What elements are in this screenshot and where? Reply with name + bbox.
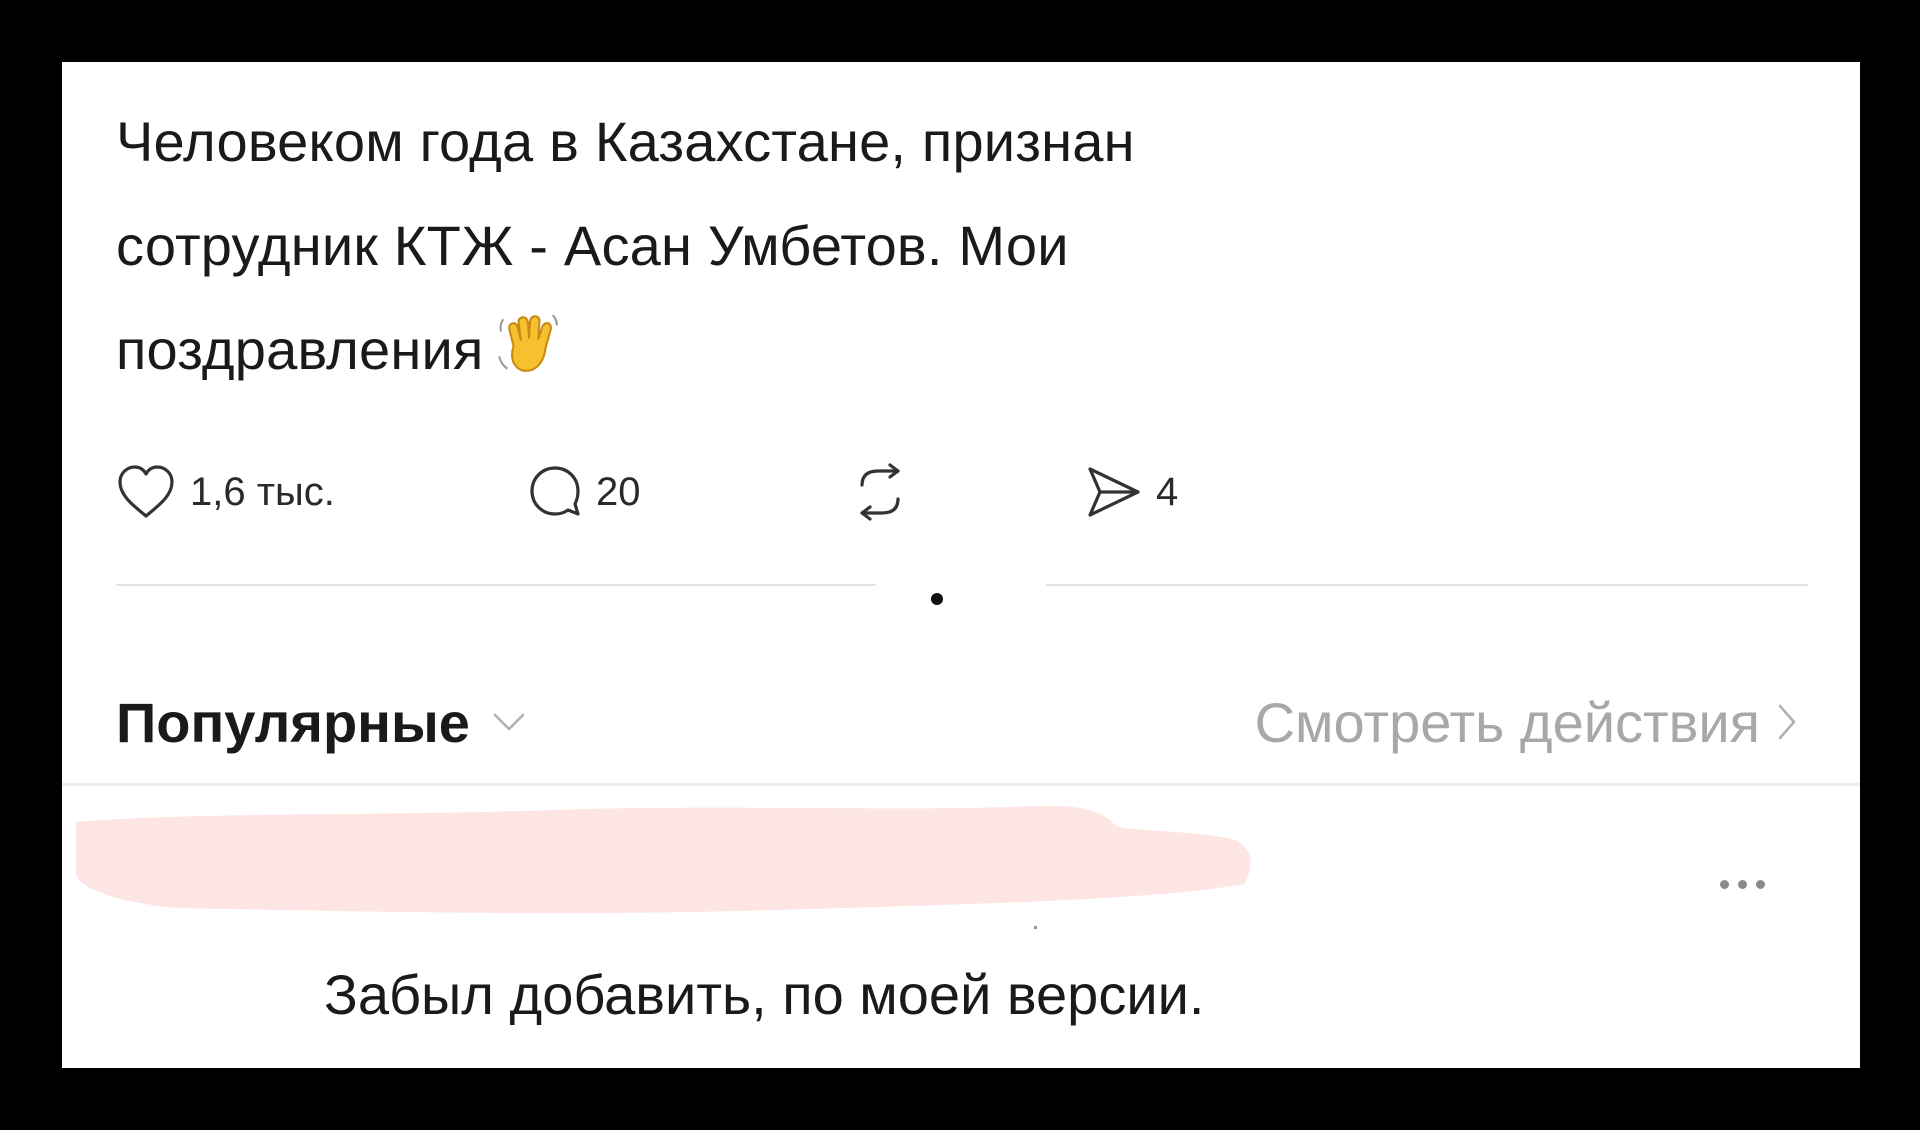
more-dot bbox=[1756, 880, 1765, 889]
post-body: Человеком года в Казахстане, признан сот… bbox=[116, 90, 1516, 410]
more-options-button[interactable] bbox=[1720, 880, 1765, 889]
redacted-reply-author bbox=[76, 792, 1516, 942]
post-text-line-3: поздравления bbox=[116, 298, 1516, 410]
heart-icon bbox=[118, 465, 174, 518]
post-text-line-1: Человеком года в Казахстане, признан bbox=[116, 110, 1135, 173]
comment-icon bbox=[530, 466, 580, 516]
comment-count: 20 bbox=[596, 469, 641, 514]
send-icon bbox=[1088, 467, 1140, 517]
share-count: 4 bbox=[1156, 469, 1179, 514]
like-count: 1,6 тыс. bbox=[190, 469, 335, 514]
comment-button[interactable]: 20 bbox=[528, 452, 641, 532]
divider-dot bbox=[931, 593, 943, 605]
section-separator bbox=[62, 783, 1860, 786]
more-dot bbox=[1738, 880, 1747, 889]
more-dot bbox=[1720, 880, 1729, 889]
divider-left bbox=[116, 584, 876, 586]
speck bbox=[1034, 926, 1037, 929]
repost-icon bbox=[860, 463, 900, 521]
chevron-right-icon bbox=[1778, 704, 1796, 740]
post-actions: 1,6 тыс. 20 4 bbox=[116, 452, 1216, 532]
waving-hand-icon bbox=[495, 306, 561, 410]
like-button[interactable]: 1,6 тыс. bbox=[116, 452, 335, 532]
view-activity-label: Смотреть действия bbox=[1254, 690, 1760, 754]
sort-label: Популярные bbox=[116, 690, 470, 754]
chevron-down-icon bbox=[493, 713, 525, 731]
thread-card: Человеком года в Казахстане, признан сот… bbox=[62, 62, 1860, 1068]
sort-dropdown[interactable]: Популярные bbox=[116, 682, 526, 762]
share-button[interactable]: 4 bbox=[1086, 452, 1178, 532]
post-text-line-3-text: поздравления bbox=[116, 318, 484, 381]
post-text-line-2: сотрудник КТЖ - Асан Умбетов. Мои bbox=[116, 214, 1069, 277]
view-activity-link[interactable]: Смотреть действия bbox=[1255, 682, 1798, 762]
reply-text: Забыл добавить, по моей версии. bbox=[324, 963, 1205, 1026]
divider-right bbox=[1046, 584, 1808, 586]
repost-button[interactable] bbox=[852, 452, 908, 532]
